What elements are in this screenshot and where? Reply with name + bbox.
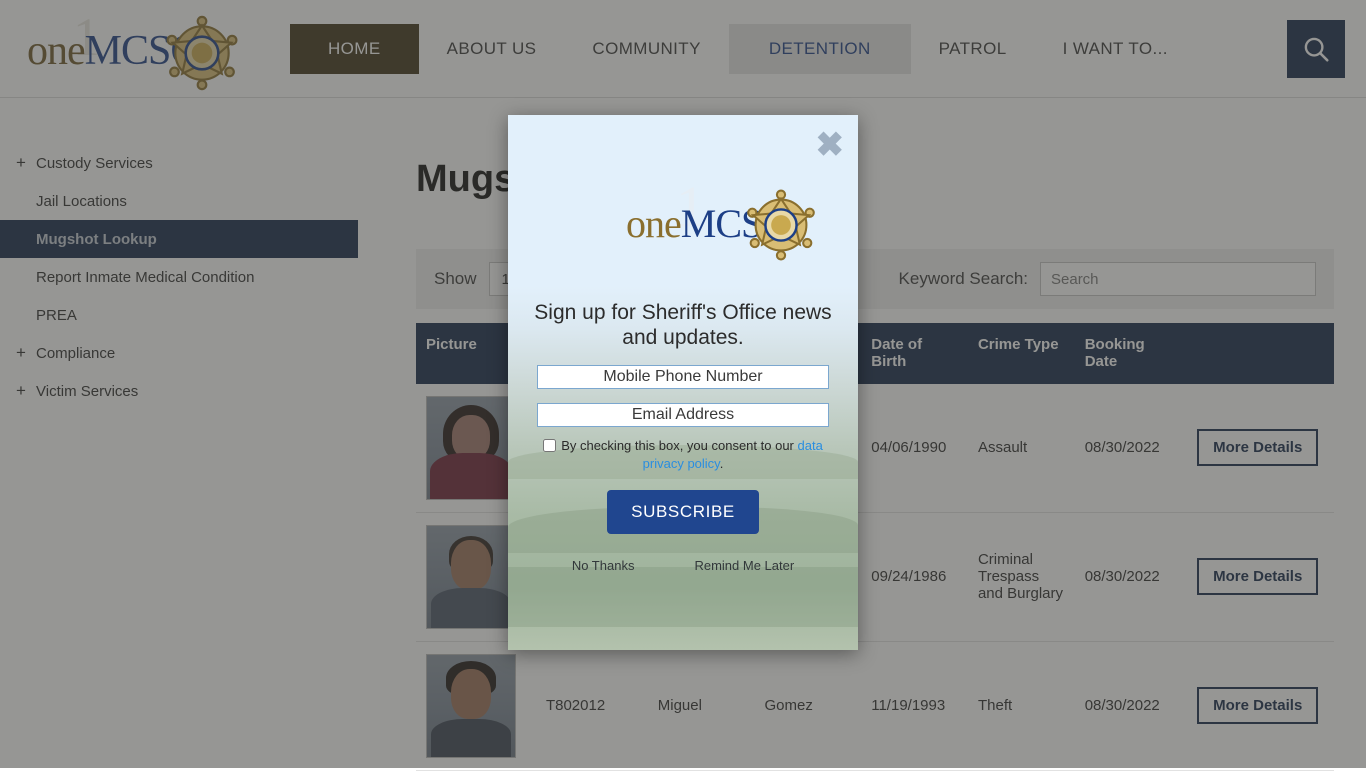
close-icon[interactable]: ✖ [816, 128, 845, 162]
consent-text-prefix: By checking this box, you consent to our [561, 438, 797, 453]
newsletter-signup-modal: ✖ 1 oneMCSO [508, 115, 858, 650]
sheriff-badge-icon [740, 184, 822, 266]
mobile-phone-field[interactable] [537, 365, 829, 389]
modal-logo-word-one: one [626, 201, 681, 246]
email-address-field[interactable] [537, 403, 829, 427]
modal-logo: 1 oneMCSO [528, 169, 838, 279]
consent-checkbox[interactable] [543, 439, 556, 452]
modal-headline: Sign up for Sheriff's Office news and up… [528, 301, 838, 351]
subscribe-button[interactable]: SUBSCRIBE [607, 490, 759, 534]
modal-content: 1 oneMCSO Sign up for Sherif [508, 169, 858, 573]
modal-secondary-actions: No Thanks Remind Me Later [528, 558, 838, 573]
consent-row: By checking this box, you consent to our… [533, 437, 833, 475]
remind-me-later-button[interactable]: Remind Me Later [694, 558, 794, 573]
consent-text-suffix: . [720, 456, 724, 471]
no-thanks-button[interactable]: No Thanks [572, 558, 635, 573]
